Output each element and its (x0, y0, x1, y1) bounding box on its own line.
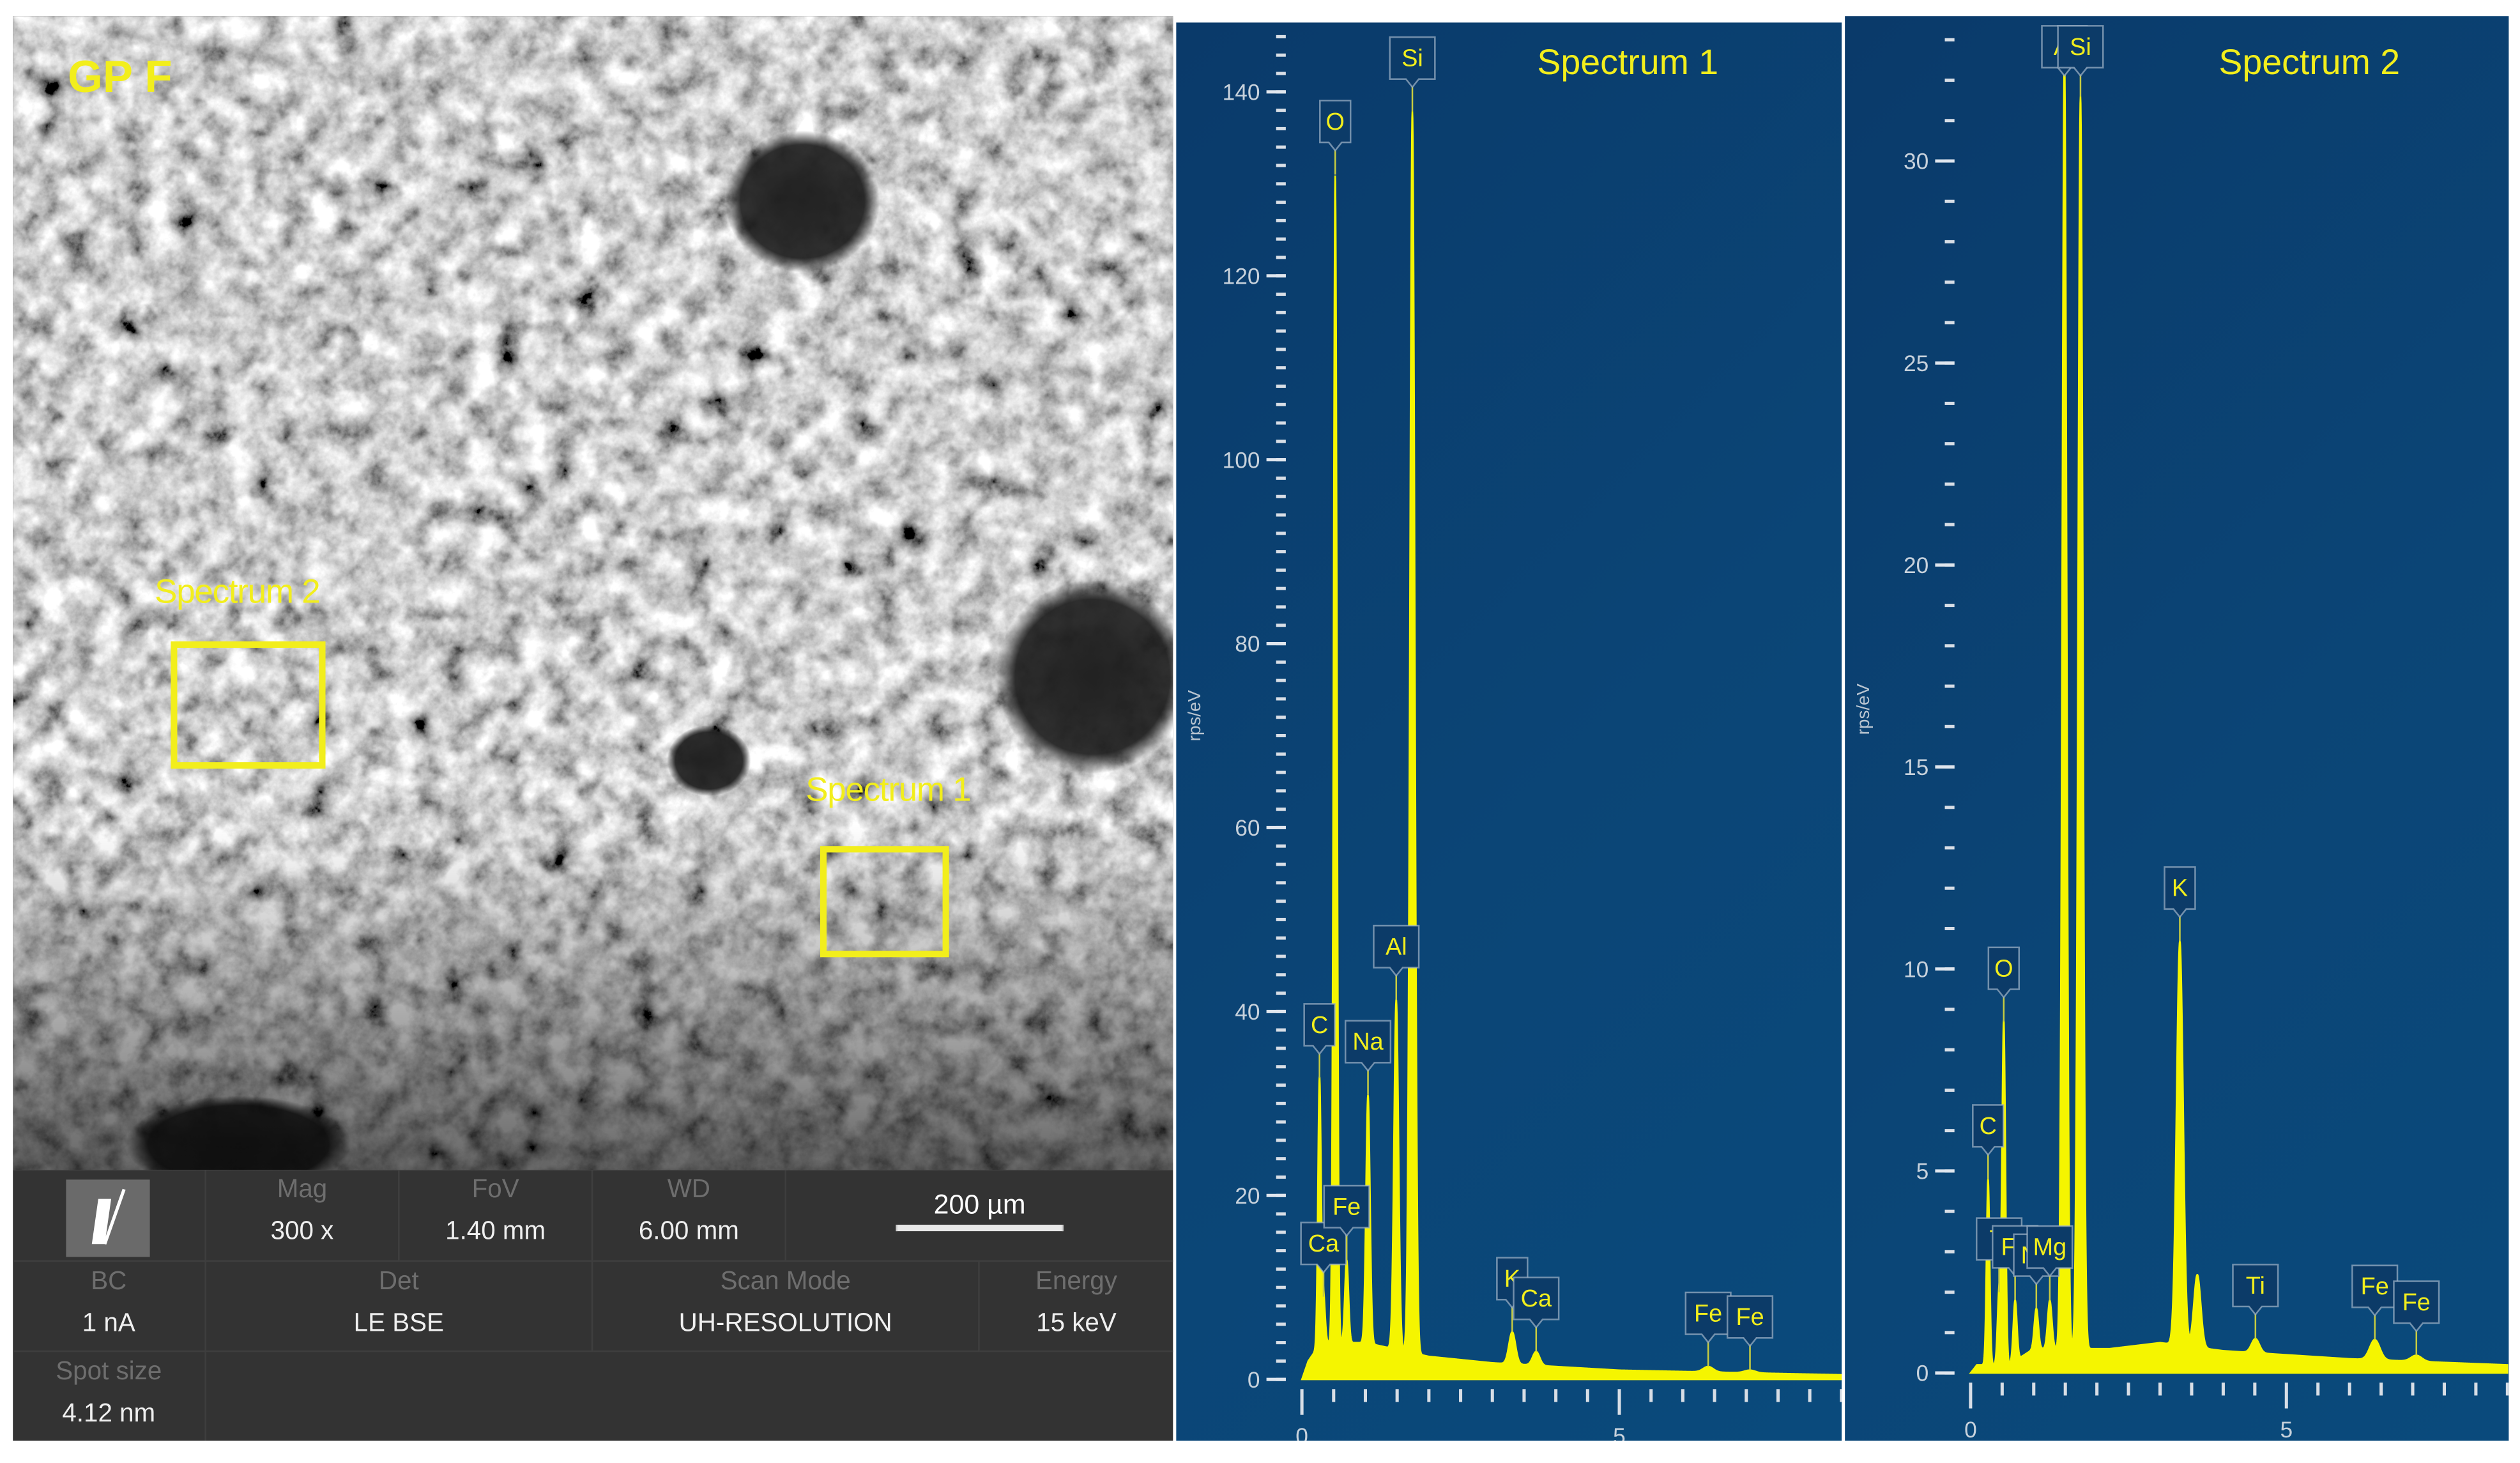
field-wd: WD 6.00 mm (593, 1170, 786, 1262)
peak-label-fe: Fe (2402, 1289, 2431, 1316)
peak-label-o: O (1326, 109, 1345, 135)
spectrum-area (1969, 57, 2509, 1374)
peak-label-al: Al (1386, 933, 1407, 960)
region-box-spectrum-2 (171, 641, 326, 769)
sample-title: GP F (67, 51, 172, 102)
peak-label-c: C (1311, 1012, 1328, 1039)
y-tick-label: 80 (1235, 632, 1260, 657)
y-tick-label: 20 (1235, 1184, 1260, 1209)
y-axis-label: rps/eV (1854, 684, 1874, 735)
field-mag: Mag 300 x (206, 1170, 400, 1262)
x-tick-label: 0 (1964, 1418, 1977, 1441)
y-tick-label: 100 (1223, 448, 1260, 473)
y-tick-label: 20 (1904, 553, 1928, 578)
y-axis-label: rps/eV (1186, 690, 1205, 742)
peak-label-fe: Fe (1694, 1300, 1722, 1327)
peak-label-fe: Fe (1333, 1193, 1361, 1220)
field-energy: Energy 15 keV (979, 1262, 1173, 1352)
field-det: Det LE BSE (206, 1262, 593, 1352)
spectrum-plot: 05101520253005CTiOFeNaMgAlSiKTiFeFe (1904, 25, 2509, 1441)
field-spot-size: Spot size 4.12 nm (13, 1352, 206, 1441)
chart-title: Spectrum 2 (2218, 42, 2401, 82)
y-tick-label: 25 (1904, 351, 1928, 376)
microscope-logo-icon (66, 1179, 150, 1257)
peak-label-ca: Ca (1521, 1285, 1552, 1312)
region-label-spectrum-1: Spectrum 1 (806, 772, 972, 809)
y-tick-label: 30 (1904, 149, 1928, 174)
spectrum-area (1301, 111, 1842, 1381)
peak-label-c: C (1980, 1113, 1997, 1140)
y-tick-label: 40 (1235, 1000, 1260, 1025)
peak-label-ti: Ti (2246, 1273, 2265, 1299)
peak-label-k: K (2172, 875, 2188, 902)
peak-label-si: Si (1401, 45, 1423, 72)
x-tick-label: 0 (1295, 1424, 1308, 1441)
peak-label-ca: Ca (1308, 1230, 1340, 1257)
scale-bar: 200 µm (896, 1190, 1064, 1232)
field-scan-mode: Scan Mode UH-RESOLUTION (593, 1262, 980, 1352)
spectrum-plot: 0204060801001201400 5CCaOFeNaAlSiKCaFe Fe (1223, 34, 1842, 1441)
spectrum-1-chart: 0 20 40 60 80 100 120 140 0 5 C Ca O Fe Na Al Si K Ca Fe Fe … (1176, 22, 1842, 1441)
y-tick-label: 120 (1223, 264, 1260, 289)
y-tick-label: 0 (1916, 1361, 1929, 1386)
y-tick-label: 0 (1248, 1368, 1260, 1393)
field-fov: FoV 1.40 mm (399, 1170, 593, 1262)
peak-label-si: Si (2070, 34, 2091, 61)
x-tick-label: 5 (1613, 1424, 1626, 1441)
field-bc: BC 1 nA (13, 1262, 206, 1352)
peak-label-fe: Fe (1736, 1304, 1764, 1331)
x-tick-label: 5 (2280, 1418, 2293, 1441)
y-tick-label: 5 (1916, 1160, 1929, 1184)
peak-label-na: Na (1352, 1029, 1384, 1055)
spectrum-2-chart: 05101520253005CTiOFeNaMgAlSiKTiFeFe Spec… (1845, 16, 2509, 1441)
peak-label-mg: Mg (2033, 1234, 2067, 1261)
chart-title: Spectrum 1 (1537, 42, 1719, 82)
peak-label-fe: Fe (2361, 1273, 2389, 1300)
sem-image: GP F Spectrum 2 Spectrum 1 (13, 16, 1173, 1170)
y-tick-label: 60 (1235, 816, 1260, 841)
region-box-spectrum-1 (820, 846, 949, 958)
y-tick-label: 15 (1904, 755, 1928, 780)
region-label-spectrum-2: Spectrum 2 (155, 573, 321, 611)
y-tick-label: 10 (1904, 957, 1928, 982)
y-tick-label: 140 (1223, 80, 1260, 105)
sem-info-panel: Mag 300 x FoV 1.40 mm WD 6.00 mm 200 µm BC 1… (13, 1170, 1173, 1441)
peak-label-o: O (1994, 955, 2013, 982)
figure: GP F Spectrum 2 Spectrum 1 Mag 300 x FoV 1… (0, 0, 2520, 1463)
